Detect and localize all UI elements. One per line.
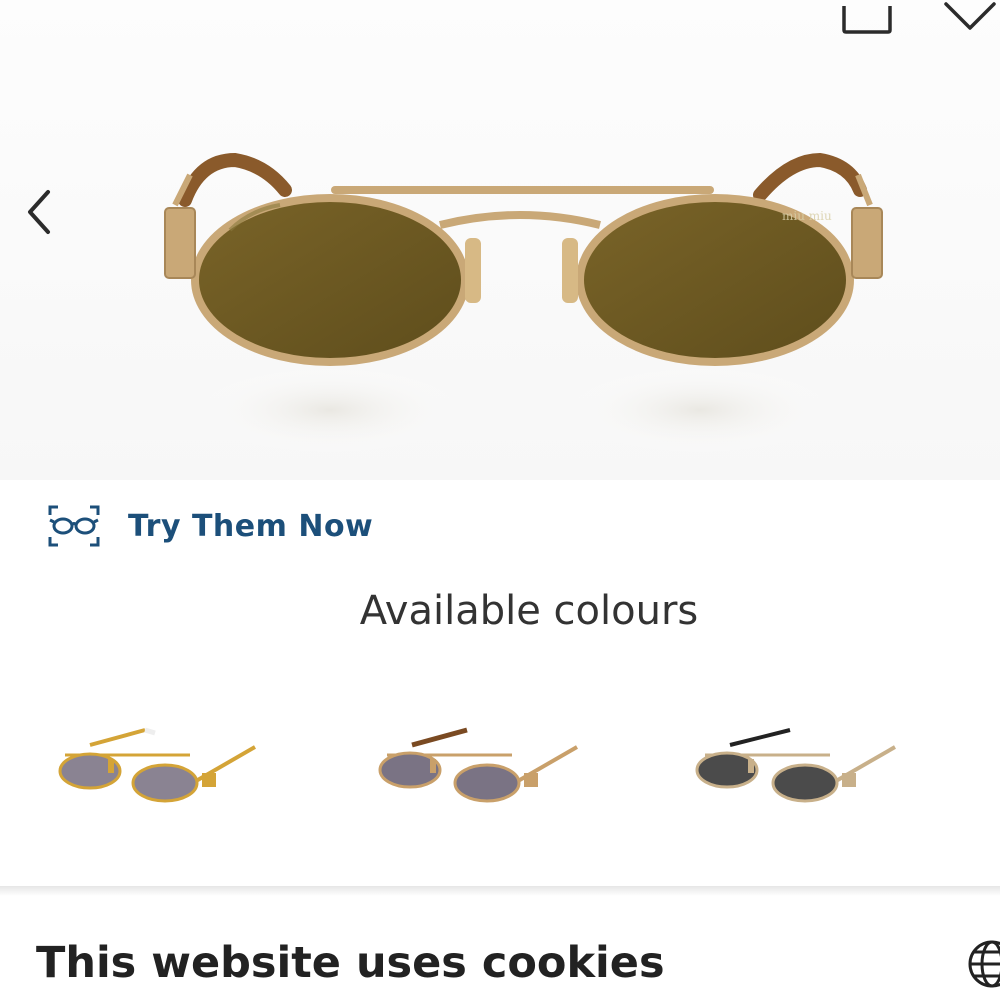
globe-icon[interactable]	[966, 938, 1000, 1000]
cookie-banner-divider	[0, 886, 1000, 896]
colour-swatch-pale-gold-dark-grey[interactable]	[690, 715, 910, 825]
colours-heading: Available colours	[359, 588, 699, 634]
brand-engraving: miu miu	[782, 209, 832, 223]
cookie-banner-title: This website uses cookies	[36, 938, 665, 988]
chevron-left-icon[interactable]	[22, 188, 56, 236]
colour-swatch-havana-grey[interactable]	[372, 715, 592, 825]
share-icon[interactable]	[838, 0, 898, 36]
heart-icon[interactable]	[940, 0, 1000, 34]
product-hero: miu miu	[0, 0, 1000, 480]
glasses-icon	[48, 505, 100, 547]
try-on-label: Try Them Now	[128, 508, 374, 544]
try-on-button[interactable]: Try Them Now	[46, 500, 373, 552]
colour-swatch-gold-grey[interactable]	[50, 715, 270, 825]
product-image: miu miu	[164, 152, 883, 455]
